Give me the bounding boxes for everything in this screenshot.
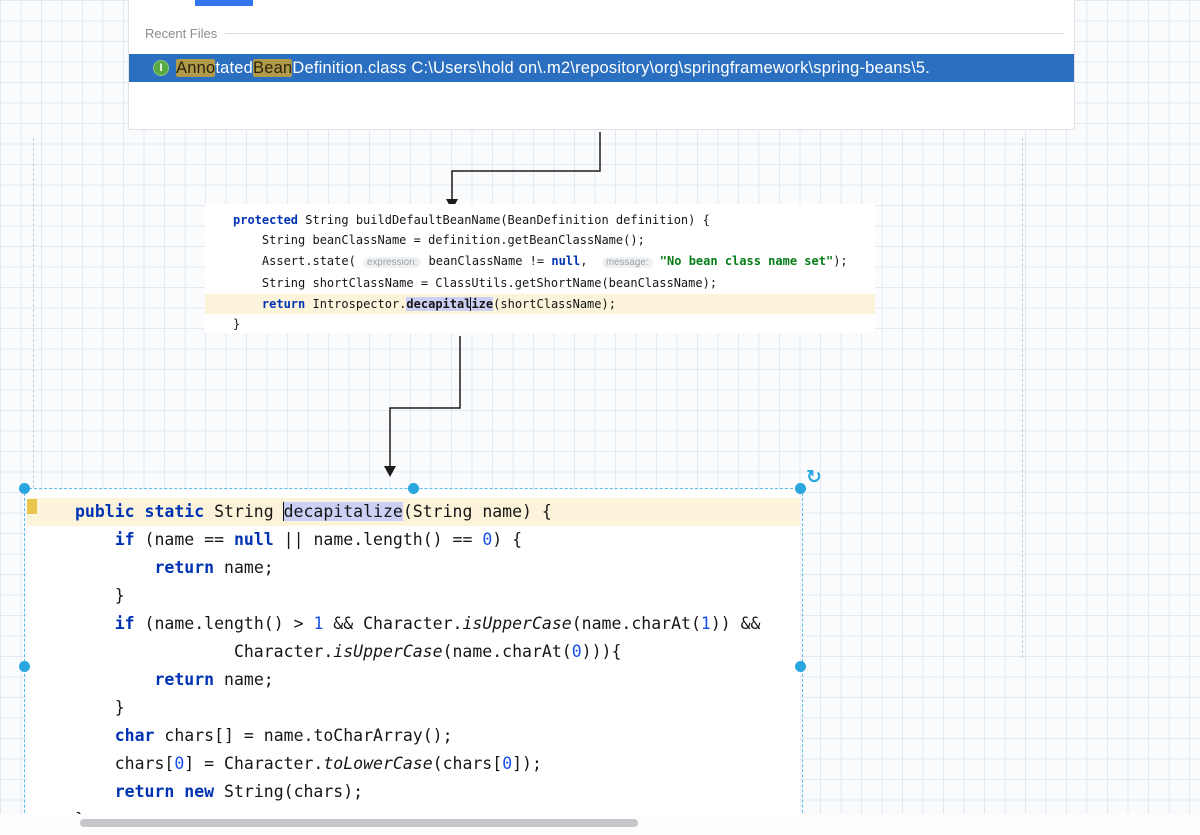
yellow-line-marker <box>27 499 37 514</box>
horizontal-scrollbar[interactable] <box>80 819 638 827</box>
code-token: "No bean class name set" <box>659 253 834 268</box>
code-token: public static <box>75 502 205 521</box>
code-token: 0 <box>482 530 493 549</box>
code-token: (String name) { <box>402 502 552 521</box>
code-token: chars[ <box>75 754 175 773</box>
code-line: public static String decapitalize(String… <box>27 498 800 526</box>
code-token: 0 <box>502 754 513 773</box>
code-token: isUpperCase <box>462 614 572 633</box>
selection-handle-mid-left[interactable] <box>19 661 30 672</box>
code-line: if (name.length() > 1 && Character.isUpp… <box>27 610 800 638</box>
code-token: decapitalize <box>282 502 403 521</box>
selection-handle-top-center[interactable] <box>408 483 419 494</box>
code-token: return new <box>114 782 215 801</box>
code-line: } <box>27 806 800 814</box>
code-token: } <box>75 698 125 717</box>
code-token: (shortClassName); <box>493 296 616 311</box>
selection-handle-top-right[interactable] <box>795 483 806 494</box>
code-token: char <box>114 726 155 745</box>
code-token: (name.charAt( <box>571 614 701 633</box>
code-line: return Introspector.decapitalize(shortCl… <box>205 293 875 315</box>
code-token: ] = Character. <box>184 754 324 773</box>
code-token: String shortClassName = ClassUtils.getSh… <box>233 276 718 291</box>
code-token: ); <box>833 253 848 268</box>
code-token: String buildDefaultBeanName(BeanDefiniti… <box>298 213 710 227</box>
code-token: return <box>154 670 215 689</box>
code-line: char chars[] = name.toCharArray(); <box>27 722 800 750</box>
code-token: if <box>114 530 135 549</box>
code-token: expression: <box>363 256 422 268</box>
code-line: protected String buildDefaultBeanName(Be… <box>205 210 875 230</box>
code-line: return name; <box>27 554 800 582</box>
code-line: String shortClassName = ClassUtils.getSh… <box>205 273 875 293</box>
code-token: chars[] = name.toCharArray(); <box>154 726 453 745</box>
code-token: 1 <box>700 614 711 633</box>
code-token: null <box>551 253 581 268</box>
arrow-connector-top[interactable] <box>446 132 601 210</box>
code-token: } <box>233 317 241 332</box>
code-token: ]); <box>512 754 542 773</box>
code-token: message: <box>601 256 653 268</box>
code-token: return <box>154 558 215 577</box>
code-token: 0 <box>174 754 185 773</box>
code-snippet-decapitalize[interactable]: public static String decapitalize(String… <box>27 490 800 814</box>
canvas-bottom-strip <box>0 814 1200 835</box>
code-token: Character. <box>75 642 334 661</box>
code-token: isUpperCase <box>333 642 443 661</box>
code-token: )) && <box>710 614 761 633</box>
code-token: name; <box>214 558 274 577</box>
code-line: return name; <box>27 666 800 694</box>
code-token: String <box>204 502 284 521</box>
code-snippet-builddefaultbeanname[interactable]: protected String buildDefaultBeanName(Be… <box>205 204 875 333</box>
code-token: protected <box>233 213 299 227</box>
code-token: name; <box>214 670 274 689</box>
code-line: } <box>27 582 800 610</box>
code-token: return <box>261 296 306 311</box>
code-line: return new String(chars); <box>27 778 800 806</box>
code-token: ize <box>470 296 494 311</box>
code-token: (name.length() > <box>134 614 314 633</box>
code-token: beanClassName != <box>421 253 552 268</box>
code-token: String(chars); <box>214 782 364 801</box>
selection-handle-top-left[interactable] <box>19 483 30 494</box>
code-token: Introspector. <box>305 296 407 311</box>
code-token: (name.charAt( <box>442 642 572 661</box>
code-token: || name.length() == <box>273 530 483 549</box>
code-line: Assert.state( expression: beanClassName … <box>205 251 875 273</box>
code-line: } <box>27 694 800 722</box>
code-token: , <box>580 253 602 268</box>
code-token: if <box>114 614 135 633</box>
code-token: 1 <box>313 614 324 633</box>
rotate-icon[interactable]: ↻ <box>806 466 822 488</box>
arrow-connector-bottom[interactable] <box>384 336 461 477</box>
code-line: String beanClassName = definition.getBea… <box>205 230 875 250</box>
code-token: && Character. <box>323 614 463 633</box>
code-token: decapital <box>406 296 472 311</box>
code-line: if (name == null || name.length() == 0) … <box>27 526 800 554</box>
code-token: ))){ <box>581 642 622 661</box>
code-token: } <box>75 586 125 605</box>
code-line: Character.isUpperCase(name.charAt(0))){ <box>27 638 800 666</box>
code-token: (chars[ <box>432 754 503 773</box>
code-line: } <box>205 314 875 333</box>
code-token: String beanClassName = definition.getBea… <box>233 233 645 248</box>
code-token: 0 <box>571 642 582 661</box>
code-line: chars[0] = Character.toLowerCase(chars[0… <box>27 750 800 778</box>
whiteboard-canvas[interactable]: Recent Files I AnnotatedBeanDefinition.c… <box>0 0 1200 835</box>
selection-handle-mid-right[interactable] <box>795 661 806 672</box>
code-token: (name == <box>134 530 234 549</box>
code-token: Assert.state( <box>233 253 364 268</box>
code-token: null <box>233 530 274 549</box>
code-token: toLowerCase <box>323 754 433 773</box>
code-token: ) { <box>492 530 523 549</box>
